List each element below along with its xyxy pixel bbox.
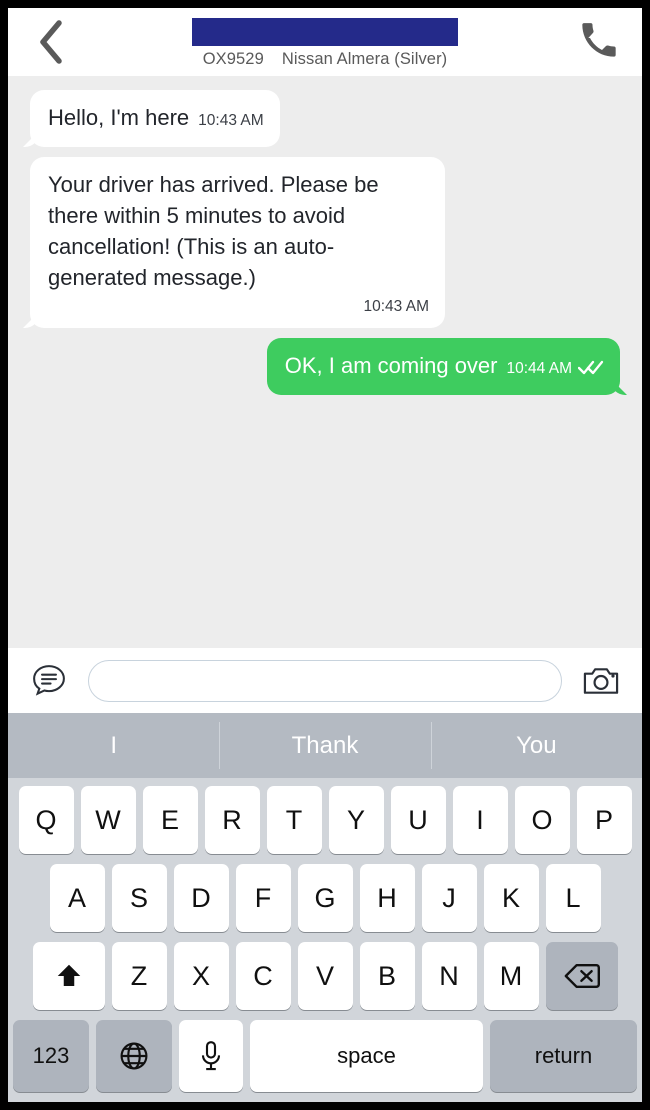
key-i[interactable]: I [452,786,508,854]
speech-bubble-lines-icon[interactable] [24,656,74,706]
on-screen-keyboard: Q W E R T Y U I O P A S D F G H J K L Z … [8,778,642,1102]
call-button[interactable] [556,8,642,76]
vehicle-info: OX9529 Nissan Almera (Silver) [203,50,448,69]
message-row: Hello, I'm here 10:43 AM [30,90,620,147]
keyboard-row-1: Q W E R T Y U I O P [13,786,637,854]
key-e[interactable]: E [142,786,198,854]
message-timestamp: 10:44 AM [506,360,573,377]
key-u[interactable]: U [390,786,446,854]
message-bubble-outgoing[interactable]: OK, I am coming over 10:44 AM [266,338,620,395]
back-button[interactable] [8,8,94,76]
keyboard-row-4: 123 space return [13,1020,637,1092]
message-bubble-incoming[interactable]: Your driver has arrived. Please be there… [30,157,445,328]
key-d[interactable]: D [173,864,229,932]
return-key[interactable]: return [490,1020,637,1092]
key-z[interactable]: Z [111,942,167,1010]
message-input-bar [8,648,642,713]
shift-arrow-icon [54,961,84,991]
key-x[interactable]: X [173,942,229,1010]
message-text: OK, I am coming over [284,353,498,378]
message-text: Your driver has arrived. Please be there… [48,172,379,290]
camera-icon[interactable] [576,656,626,706]
suggestion-0[interactable]: I [8,713,219,778]
message-row: Your driver has arrived. Please be there… [30,157,620,328]
keyboard-row-3: Z X C V B N M [13,942,637,1010]
space-key[interactable]: space [250,1020,483,1092]
message-bubble-incoming[interactable]: Hello, I'm here 10:43 AM [30,90,280,147]
key-v[interactable]: V [297,942,353,1010]
shift-key[interactable] [32,942,105,1010]
backspace-delete-icon [564,962,600,990]
message-input[interactable] [88,659,562,702]
key-w[interactable]: W [80,786,136,854]
key-c[interactable]: C [235,942,291,1010]
globe-icon [118,1040,150,1072]
key-b[interactable]: B [359,942,415,1010]
redacted-contact-name [192,17,458,46]
key-j[interactable]: J [421,864,477,932]
key-y[interactable]: Y [328,786,384,854]
dictation-key[interactable] [179,1020,243,1092]
message-row: OK, I am coming over 10:44 AM [30,338,620,395]
vehicle-plate: OX9529 [202,49,264,68]
key-k[interactable]: K [483,864,539,932]
globe-key[interactable] [96,1020,172,1092]
key-r[interactable]: R [204,786,260,854]
header-contact-info[interactable]: OX9529 Nissan Almera (Silver) [94,16,556,69]
double-check-icon [577,352,604,383]
key-n[interactable]: N [421,942,477,1010]
key-a[interactable]: A [49,864,105,932]
message-text: Hello, I'm here [48,105,190,130]
key-l[interactable]: L [545,864,601,932]
key-g[interactable]: G [297,864,353,932]
key-f[interactable]: F [235,864,291,932]
chat-header: OX9529 Nissan Almera (Silver) [8,8,642,76]
phone-icon [579,20,619,65]
key-s[interactable]: S [111,864,167,932]
microphone-icon [198,1040,224,1072]
message-timestamp: 10:43 AM [198,112,264,129]
key-t[interactable]: T [266,786,322,854]
key-h[interactable]: H [359,864,415,932]
key-o[interactable]: O [514,786,570,854]
predictive-text-bar: I Thank You [8,713,642,778]
numbers-key[interactable]: 123 [13,1020,89,1092]
keyboard-row-2: A S D F G H J K L [13,864,637,932]
chevron-left-icon [38,20,64,64]
suggestion-1[interactable]: Thank [219,713,430,778]
key-q[interactable]: Q [18,786,74,854]
vehicle-model: Nissan Almera (Silver) [281,49,448,68]
message-timestamp: 10:43 AM [363,298,430,315]
backspace-key[interactable] [545,942,618,1010]
suggestion-2[interactable]: You [430,713,642,778]
phone-screen: OX9529 Nissan Almera (Silver) Hello, I'm … [8,8,642,1102]
key-p[interactable]: P [576,786,632,854]
key-m[interactable]: M [483,942,539,1010]
message-list: Hello, I'm here 10:43 AM Your driver has … [8,76,642,648]
